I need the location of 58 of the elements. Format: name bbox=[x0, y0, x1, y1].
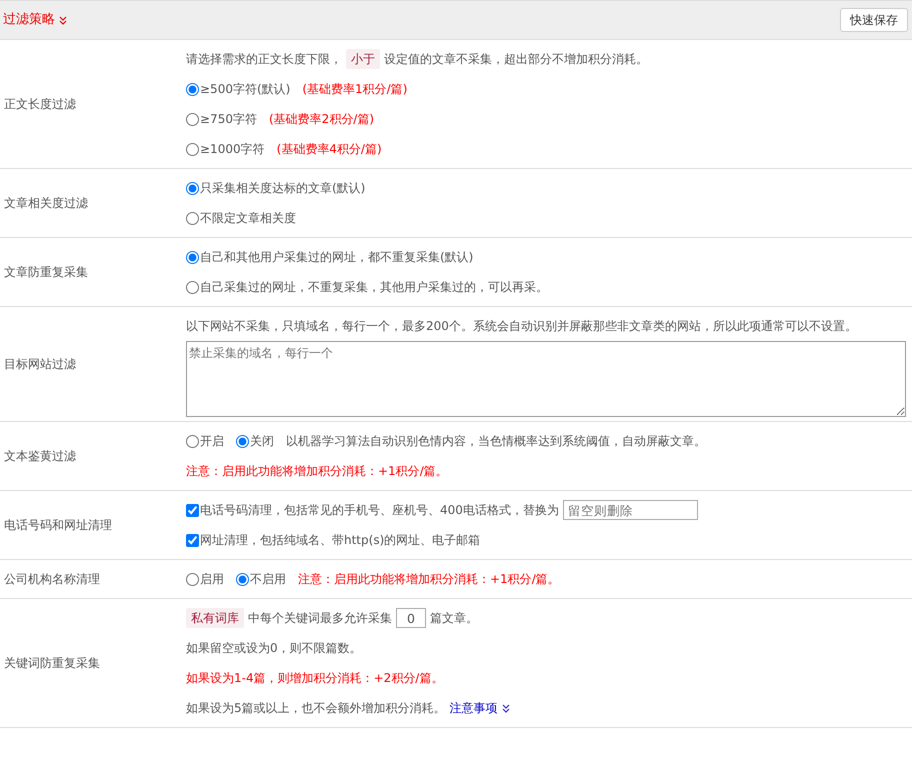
field-label: 目标网站过滤 bbox=[3, 356, 77, 373]
tag-label: 私有词库 bbox=[186, 608, 244, 628]
warning-text: 如果设为1-4篇，则增加积分消耗：+2积分/篇。 bbox=[186, 670, 444, 687]
option-label[interactable]: ≥750字符 bbox=[200, 110, 257, 128]
option-label[interactable]: 不限定文章相关度 bbox=[200, 209, 296, 227]
notes-link[interactable]: 注意事项 bbox=[450, 699, 510, 717]
option-label[interactable]: ≥500字符(默认) bbox=[200, 80, 290, 98]
field-label: 文本鉴黄过滤 bbox=[3, 448, 77, 465]
description-text: 设定值的文章不采集，超出部分不增加积分消耗。 bbox=[384, 51, 648, 68]
option-label[interactable]: 电话号码清理，包括常见的手机号、座机号、400电话格式，替换为 bbox=[200, 501, 559, 519]
warning-text: (基础费率4积分/篇) bbox=[276, 141, 382, 158]
radio-button[interactable] bbox=[236, 572, 249, 586]
domain-textarea[interactable]: 禁止采集的域名，每行一个 bbox=[186, 341, 906, 417]
description-text: 以下网站不采集，只填域名，每行一个，最多200个。系统会自动识别并屏蔽那些非文章类的网站，所以此项通常可以不设置。 bbox=[186, 318, 857, 335]
radio-button[interactable] bbox=[186, 572, 199, 586]
option-label[interactable]: 网址清理，包括纯域名、带http(s)的网址、电子邮箱 bbox=[200, 531, 480, 549]
option-label[interactable]: 不启用 bbox=[250, 570, 286, 588]
tag-label: 小于 bbox=[346, 49, 380, 69]
option-label[interactable]: 启用 bbox=[200, 570, 224, 588]
warning-text: (基础费率2积分/篇) bbox=[268, 111, 374, 128]
description-text: 中每个关键词最多允许采集 bbox=[248, 610, 392, 627]
radio-button[interactable] bbox=[186, 82, 199, 96]
checkbox[interactable] bbox=[186, 504, 199, 516]
option-label[interactable]: 只采集相关度达标的文章(默认) bbox=[200, 179, 366, 197]
field-label: 文章防重复采集 bbox=[3, 264, 89, 281]
count-field[interactable]: 0 bbox=[396, 608, 426, 628]
radio-button[interactable] bbox=[186, 250, 199, 264]
option-label[interactable]: 自己采集过的网址，不重复采集，其他用户采集过的，可以再采。 bbox=[200, 278, 548, 296]
radio-button[interactable] bbox=[186, 212, 199, 224]
description-text: 如果留空或设为0，则不限篇数。 bbox=[186, 640, 362, 657]
radio-button[interactable] bbox=[186, 182, 199, 194]
radio-button[interactable] bbox=[186, 434, 199, 448]
field-label: 正文长度过滤 bbox=[3, 96, 77, 113]
double-chevron-icon bbox=[502, 704, 510, 712]
radio-button[interactable] bbox=[186, 112, 199, 126]
option-label[interactable]: 关闭 bbox=[250, 432, 274, 450]
replacement-field[interactable]: 留空则删除 bbox=[562, 500, 698, 520]
warning-text: (基础费率1积分/篇) bbox=[302, 81, 408, 98]
description-text: 如果设为5篇或以上，也不会额外增加积分消耗。 bbox=[186, 700, 446, 717]
option-label[interactable]: ≥1000字符 bbox=[200, 140, 265, 158]
field-label: 文章相关度过滤 bbox=[3, 195, 89, 212]
checkbox[interactable] bbox=[186, 534, 199, 546]
field-label: 电话号码和网址清理 bbox=[3, 517, 113, 534]
field-label: 公司机构名称清理 bbox=[3, 571, 101, 588]
field-label: 关键词防重复采集 bbox=[3, 655, 101, 672]
radio-button[interactable] bbox=[186, 142, 199, 156]
radio-button[interactable] bbox=[186, 280, 199, 294]
double-chevron-icon bbox=[59, 16, 67, 24]
description-text: 以机器学习算法自动识别色情内容，当色情概率达到系统阈值，自动屏蔽文章。 bbox=[286, 433, 706, 450]
description-text: 请选择需求的正文长度下限， bbox=[186, 51, 342, 68]
radio-button[interactable] bbox=[236, 434, 249, 448]
warning-text: 注意：启用此功能将增加积分消耗：+1积分/篇。 bbox=[298, 571, 560, 588]
section-title[interactable]: 过滤策略 bbox=[3, 10, 55, 30]
warning-text: 注意：启用此功能将增加积分消耗：+1积分/篇。 bbox=[186, 463, 448, 480]
quick-save-button[interactable]: 快速保存 bbox=[840, 8, 908, 32]
option-label[interactable]: 自己和其他用户采集过的网址，都不重复采集(默认) bbox=[200, 248, 474, 266]
option-label[interactable]: 开启 bbox=[200, 432, 224, 450]
description-text: 篇文章。 bbox=[430, 610, 478, 627]
